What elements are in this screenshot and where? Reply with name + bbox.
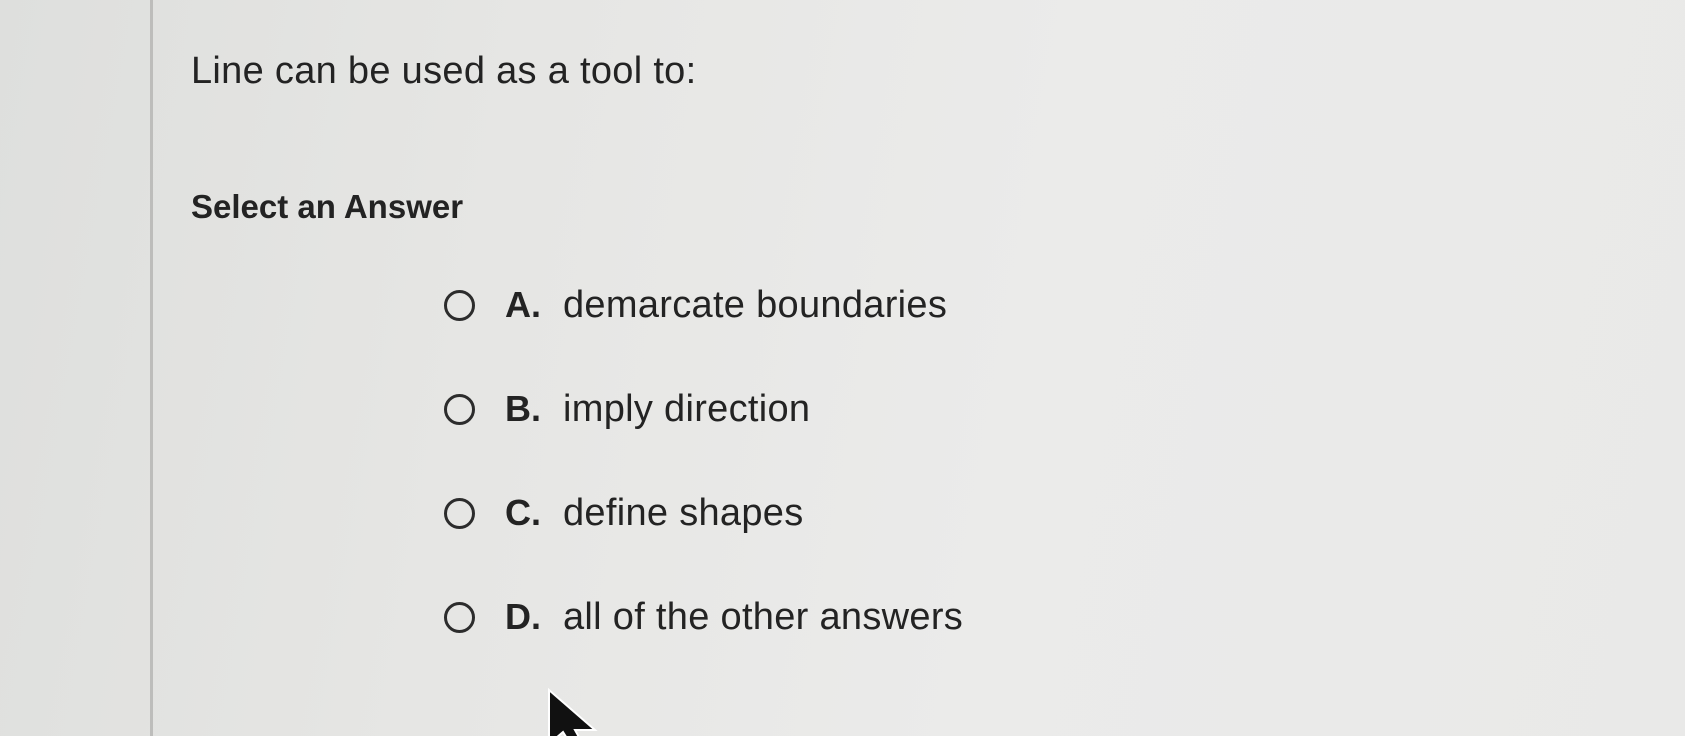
answer-options: A. demarcate boundaries B. imply directi… xyxy=(444,285,1244,701)
option-b[interactable]: B. imply direction xyxy=(444,389,1244,493)
radio-unchecked-icon[interactable] xyxy=(444,602,475,633)
radio-unchecked-icon[interactable] xyxy=(444,394,475,425)
option-letter: C. xyxy=(505,492,541,533)
option-text: imply direction xyxy=(563,388,811,430)
option-text: define shapes xyxy=(563,492,804,534)
option-letter: B. xyxy=(505,388,541,429)
option-a[interactable]: A. demarcate boundaries xyxy=(444,285,1244,389)
mouse-pointer-icon xyxy=(548,688,598,736)
option-letter: A. xyxy=(505,284,541,325)
option-c[interactable]: C. define shapes xyxy=(444,493,1244,597)
option-d[interactable]: D. all of the other answers xyxy=(444,597,1244,701)
radio-unchecked-icon[interactable] xyxy=(444,290,475,321)
option-text: all of the other answers xyxy=(563,596,964,638)
option-text: demarcate boundaries xyxy=(563,284,948,326)
option-letter: D. xyxy=(505,596,541,637)
question-text: Line can be used as a tool to: xyxy=(191,50,697,92)
select-answer-label: Select an Answer xyxy=(191,188,464,225)
quiz-page: Line can be used as a tool to: Select an… xyxy=(0,0,1685,736)
left-divider xyxy=(150,0,153,736)
radio-unchecked-icon[interactable] xyxy=(444,498,475,529)
